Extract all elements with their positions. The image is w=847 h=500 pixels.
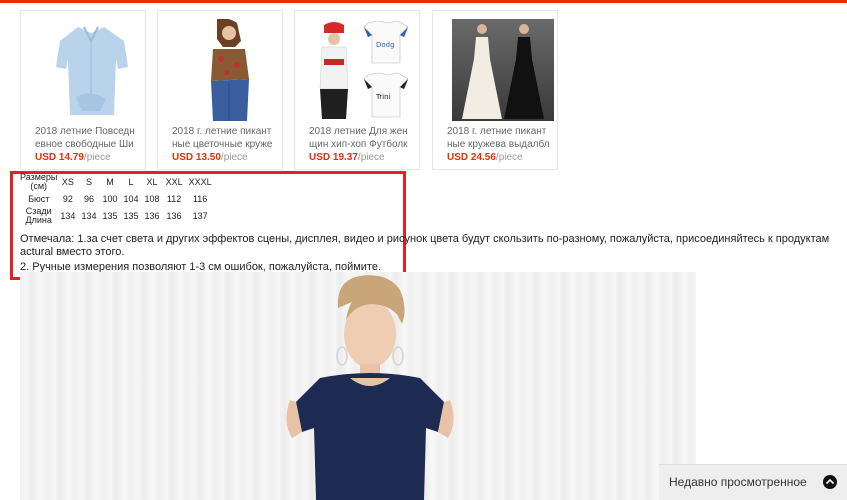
size-cell: 137 — [192, 210, 208, 221]
size-cell: 104 — [123, 193, 139, 204]
product-image-hiphop-tshirt[interactable]: Dodg Trini — [314, 19, 416, 121]
model-photo-figure — [286, 275, 454, 500]
product-image-floral-lace-top[interactable] — [177, 19, 279, 121]
recently-viewed-bar[interactable]: Недавно просмотренное — [659, 464, 847, 500]
product-image-light-blue-shirt[interactable] — [40, 19, 142, 121]
size-cell: 135 — [123, 210, 139, 221]
product-price: USD 14.79/piece — [35, 152, 111, 163]
size-table-row: Бюст 92 96 100 104 108 112 116 — [20, 191, 215, 207]
size-cell: 134 — [60, 210, 76, 221]
size-header-cell: XS — [61, 176, 74, 187]
size-cell: 136 — [144, 210, 160, 221]
product-image-lace-long-dress[interactable] — [452, 19, 554, 121]
size-table-row: Сзади Длина 134 134 135 135 136 136 137 — [20, 207, 215, 225]
product-detail-photo — [20, 272, 696, 500]
product-name[interactable]: 2018 летние Для женщин хип-хоп Футболк — [309, 125, 413, 151]
product-card[interactable]: Dodg Trini 2018 летние Для женщин хип-хо… — [294, 10, 420, 170]
size-cell: 136 — [166, 210, 182, 221]
size-cell: 108 — [144, 193, 160, 204]
product-card[interactable]: 2018 г. летние пикантные кружева выдалбл… — [432, 10, 558, 170]
size-header-cell: XXL — [165, 176, 183, 187]
size-header-cell: S — [85, 176, 92, 187]
related-products: 2018 летние Повседневное свободные Ши US… — [0, 0, 847, 172]
product-price: USD 13.50/piece — [172, 152, 248, 163]
size-header-cell: M — [106, 176, 114, 187]
size-cell: 112 — [166, 193, 182, 204]
recently-viewed-label[interactable]: Недавно просмотренное — [669, 475, 807, 489]
product-price: USD 24.56/piece — [447, 152, 523, 163]
product-price: USD 19.37/piece — [309, 152, 385, 163]
product-card[interactable]: 2018 г. летние пикантные цветочные круже… — [157, 10, 283, 170]
product-card[interactable]: 2018 летние Повседневное свободные Ши US… — [20, 10, 146, 170]
note-line-1: Отмечала: 1.за счет света и других эффек… — [20, 233, 830, 258]
size-note: Отмечала: 1.за счет света и других эффек… — [20, 233, 842, 274]
size-header-label: Размеры (см) — [20, 172, 58, 191]
product-name[interactable]: 2018 летние Повседневное свободные Ши — [35, 125, 139, 151]
size-header-cell: XL — [146, 176, 158, 187]
size-row-label: Бюст — [28, 193, 50, 204]
size-header-cell: XXXL — [188, 176, 212, 187]
size-cell: 96 — [83, 193, 94, 204]
size-table: Размеры (см) XS S M L XL XXL XXXL Бюст 9… — [20, 173, 215, 225]
size-cell: 92 — [62, 193, 73, 204]
size-cell: 135 — [102, 210, 118, 221]
svg-text:Dodg: Dodg — [376, 41, 395, 49]
size-header-cell: L — [128, 176, 134, 187]
svg-text:Trini: Trini — [375, 93, 391, 101]
product-name[interactable]: 2018 г. летние пикантные кружева выдалбл — [447, 125, 551, 151]
product-name[interactable]: 2018 г. летние пикантные цветочные круже — [172, 125, 276, 151]
size-cell: 134 — [81, 210, 97, 221]
chevron-up-icon[interactable] — [823, 475, 837, 489]
size-cell: 116 — [192, 193, 208, 204]
size-table-header: Размеры (см) XS S M L XL XXL XXXL — [20, 173, 215, 191]
size-row-label: Сзади Длина — [25, 206, 52, 225]
size-cell: 100 — [102, 193, 118, 204]
